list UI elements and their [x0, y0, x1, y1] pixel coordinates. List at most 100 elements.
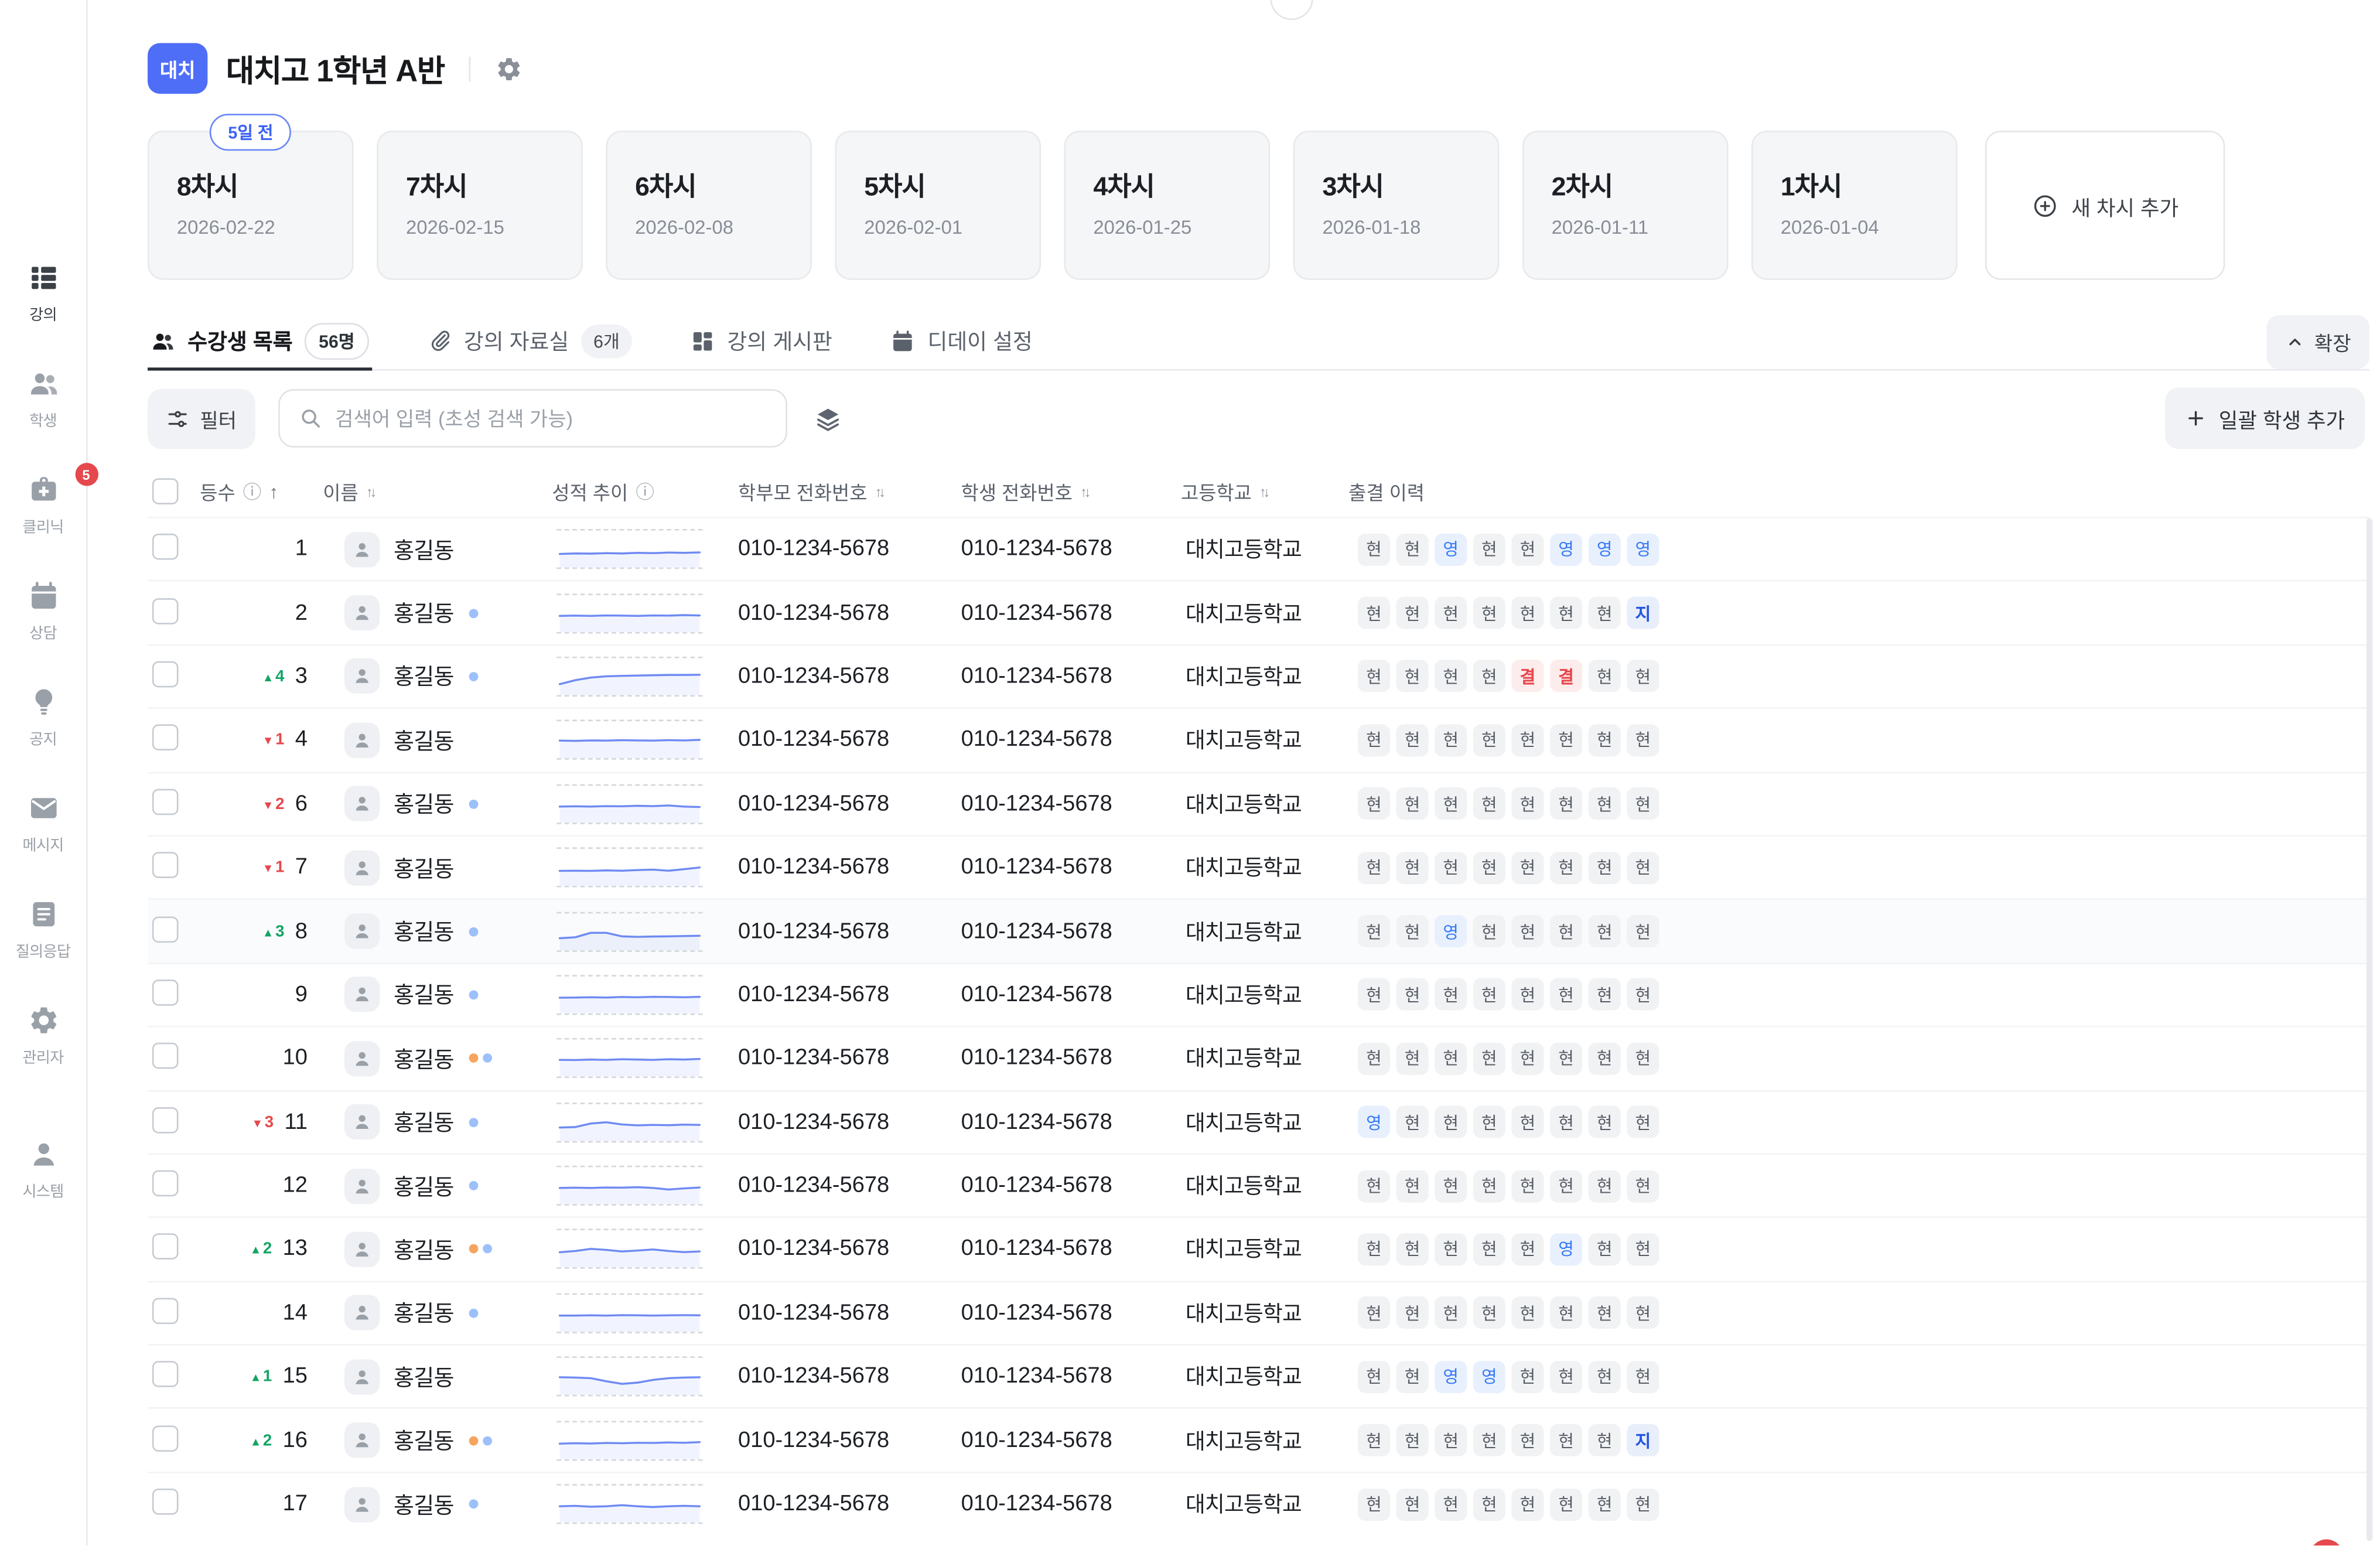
session-card[interactable]: 6차시 2026-02-08: [606, 131, 812, 280]
session-card[interactable]: 8차시 2026-02-22: [148, 131, 354, 280]
students-icon: [151, 329, 175, 354]
table-row[interactable]: 2 홍길동 010-1234-5678 010-1234-5678 대치고등학교…: [148, 581, 2369, 644]
school: 대치고등학교: [1181, 534, 1348, 565]
add-session-button[interactable]: 새 차시 추가: [1985, 131, 2225, 280]
table-row[interactable]: ▼1 7 홍길동 010-1234-5678 010-1234-5678 대치고…: [148, 835, 2369, 899]
row-checkbox[interactable]: [152, 852, 179, 879]
sort-icon[interactable]: ↑↓: [1259, 484, 1270, 499]
column-header-name[interactable]: 이름 ↑↓: [323, 477, 552, 506]
row-checkbox[interactable]: [152, 1043, 179, 1070]
session-card[interactable]: 5차시 2026-02-01: [835, 131, 1041, 280]
rank-change-up: ▲2: [250, 1240, 272, 1259]
table-row[interactable]: 10 홍길동 010-1234-5678 010-1234-5678 대치고등학…: [148, 1026, 2369, 1090]
avatar: [344, 595, 380, 630]
view-layers-button[interactable]: [813, 404, 842, 433]
attendance-badge: 현: [1473, 1233, 1505, 1265]
row-checkbox[interactable]: [152, 661, 179, 688]
row-checkbox[interactable]: [152, 1425, 179, 1451]
info-icon[interactable]: ⓘ: [636, 478, 654, 504]
row-checkbox[interactable]: [152, 725, 179, 751]
row-checkbox[interactable]: [152, 980, 179, 1006]
table-row[interactable]: 1 홍길동 010-1234-5678 010-1234-5678 대치고등학교…: [148, 517, 2369, 581]
column-header-school[interactable]: 고등학교 ↑↓: [1181, 477, 1348, 506]
row-checkbox[interactable]: [152, 916, 179, 942]
session-card[interactable]: 4차시 2026-01-25: [1064, 131, 1271, 280]
session-title: 3차시: [1323, 165, 1470, 203]
student-table: 등수 ⓘ ↑ 이름 ↑↓ 성적 추이 ⓘ 학부모 전화번호 ↑↓ 학생 전화: [148, 466, 2369, 1546]
session-card[interactable]: 7차시 2026-02-15: [377, 131, 583, 280]
table-row[interactable]: ▲2 16 홍길동 010-1234-5678 010-1234-5678 대치…: [148, 1408, 2369, 1472]
table-row[interactable]: 12 홍길동 010-1234-5678 010-1234-5678 대치고등학…: [148, 1153, 2369, 1217]
table-row[interactable]: ▼3 11 홍길동 010-1234-5678 010-1234-5678 대치…: [148, 1090, 2369, 1153]
row-checkbox[interactable]: [152, 1489, 179, 1515]
attendance-history: 현현현현현현현현: [1348, 979, 2369, 1011]
table-row[interactable]: ▼1 4 홍길동 010-1234-5678 010-1234-5678 대치고…: [148, 708, 2369, 772]
blue-status-dot: [469, 1118, 479, 1127]
parent-phone: 010-1234-5678: [738, 600, 961, 625]
row-checkbox[interactable]: [152, 598, 179, 624]
sidebar-item-calendar[interactable]: 상담: [0, 580, 86, 643]
session-card[interactable]: 1차시 2026-01-04: [1751, 131, 1958, 280]
class-settings-button[interactable]: [496, 54, 523, 82]
search-input[interactable]: [335, 407, 767, 429]
tab-2[interactable]: 강의 자료실 6개: [424, 314, 635, 370]
row-checkbox[interactable]: [152, 1298, 179, 1324]
column-header-student-phone[interactable]: 학생 전화번호 ↑↓: [961, 477, 1181, 506]
tab-1[interactable]: 수강생 목록 56명: [148, 314, 371, 370]
sort-icon[interactable]: ↑↓: [875, 484, 886, 499]
column-header-rank[interactable]: 등수 ⓘ ↑: [200, 477, 323, 506]
row-checkbox[interactable]: [152, 1361, 179, 1388]
app-window: 강의 학생 5 클리닉 상담 공지 메시지 질의응답 관리자 시스템 대치 대치…: [0, 0, 2380, 1546]
sidebar-item-clinic[interactable]: 5 클리닉: [0, 474, 86, 537]
sort-icon[interactable]: ↑↓: [1080, 484, 1091, 499]
attendance-badge: 현: [1550, 788, 1582, 820]
row-checkbox[interactable]: [152, 1107, 179, 1133]
sort-ascending-icon[interactable]: ↑: [269, 480, 278, 502]
session-card[interactable]: 2차시 2026-01-11: [1522, 131, 1729, 280]
table-row[interactable]: 14 홍길동 010-1234-5678 010-1234-5678 대치고등학…: [148, 1281, 2369, 1344]
top-drag-handle[interactable]: [1270, 0, 1313, 20]
tab-3[interactable]: 강의 게시판: [687, 314, 835, 370]
filter-button[interactable]: 필터: [148, 388, 255, 448]
sidebar-item-notice[interactable]: 공지: [0, 686, 86, 749]
attendance-badge: 현: [1435, 1233, 1467, 1265]
parent-phone-header-label: 학부모 전화번호: [738, 477, 867, 506]
sort-icon[interactable]: ↑↓: [366, 484, 377, 499]
column-header-parent-phone[interactable]: 학부모 전화번호 ↑↓: [738, 477, 961, 506]
tab-4[interactable]: 디데이 설정: [887, 314, 1036, 370]
row-checkbox[interactable]: [152, 534, 179, 560]
parent-phone: 010-1234-5678: [738, 855, 961, 880]
expand-button[interactable]: 확장: [2266, 315, 2369, 368]
row-checkbox[interactable]: [152, 1234, 179, 1261]
info-icon[interactable]: ⓘ: [243, 478, 262, 504]
attendance-history: 현현현현현현현현: [1348, 851, 2369, 883]
select-all-checkbox[interactable]: [152, 478, 179, 504]
table-row[interactable]: ▼2 6 홍길동 010-1234-5678 010-1234-5678 대치고…: [148, 772, 2369, 835]
rank-value: 16: [283, 1428, 308, 1453]
table-row[interactable]: 9 홍길동 010-1234-5678 010-1234-5678 대치고등학교…: [148, 963, 2369, 1026]
table-row[interactable]: ▲4 3 홍길동 010-1234-5678 010-1234-5678 대치고…: [148, 644, 2369, 708]
row-checkbox[interactable]: [152, 789, 179, 815]
attendance-badge: 현: [1589, 1424, 1621, 1456]
status-dots: [469, 1436, 492, 1445]
grade-trend-sparkline: [556, 848, 702, 888]
attendance-badge: 영: [1435, 1361, 1467, 1393]
sidebar-item-mail[interactable]: 메시지: [0, 792, 86, 855]
table-row[interactable]: ▲1 15 홍길동 010-1234-5678 010-1234-5678 대치…: [148, 1344, 2369, 1408]
session-card[interactable]: 3차시 2026-01-18: [1293, 131, 1500, 280]
sidebar-item-students[interactable]: 학생: [0, 367, 86, 431]
table-row[interactable]: ▲2 13 홍길동 010-1234-5678 010-1234-5678 대치…: [148, 1217, 2369, 1281]
table-row[interactable]: 17 홍길동 010-1234-5678 010-1234-5678 대치고등학…: [148, 1472, 2369, 1535]
sidebar-item-person[interactable]: 시스템: [0, 1138, 86, 1202]
grade-trend-sparkline: [556, 1484, 702, 1524]
bulk-add-students-button[interactable]: 일괄 학생 추가: [2165, 388, 2365, 449]
sidebar-item-lecture[interactable]: 강의: [0, 261, 86, 325]
blue-status-dot: [469, 1499, 479, 1509]
sidebar-item-gear[interactable]: 관리자: [0, 1004, 86, 1067]
vertical-scrollbar[interactable]: [2367, 518, 2373, 1542]
attendance-badge: 현: [1627, 660, 1659, 692]
sidebar-item-qna[interactable]: 질의응답: [0, 898, 86, 961]
row-checkbox[interactable]: [152, 1170, 179, 1197]
table-row[interactable]: ▲3 8 홍길동 010-1234-5678 010-1234-5678 대치고…: [148, 899, 2369, 963]
column-header-grade-trend[interactable]: 성적 추이 ⓘ: [552, 477, 738, 506]
